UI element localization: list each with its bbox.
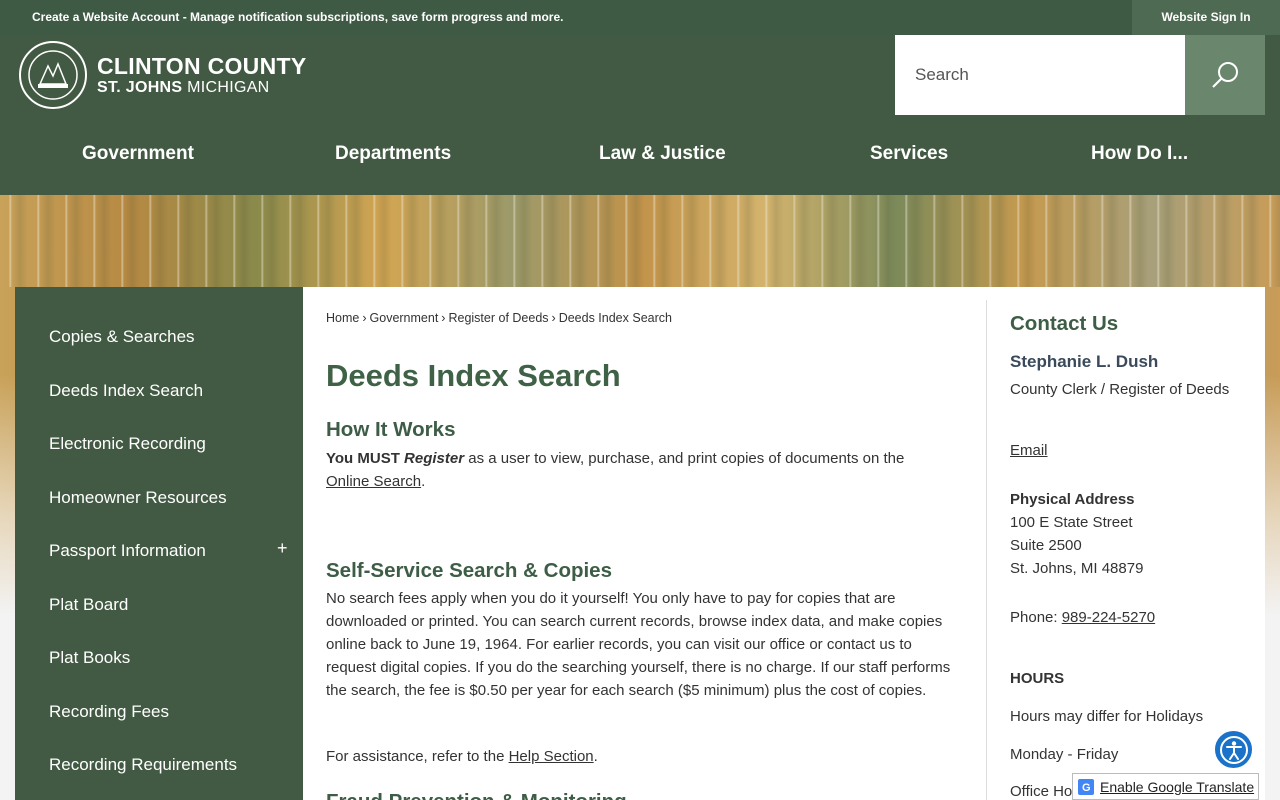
self-service-text: No search fees apply when you do it your… [326, 590, 951, 699]
period: . [593, 748, 598, 765]
google-translate-widget[interactable]: G Enable Google Translate [1072, 773, 1259, 800]
register-text: Register [404, 450, 465, 467]
brand-city-name: ST. JOHNS MICHIGAN [97, 78, 307, 98]
breadcrumb-register-of-deeds[interactable]: Register of Deeds [448, 311, 548, 325]
physical-address-label: Physical Address [1010, 491, 1135, 508]
sidebar-item-plat-board[interactable]: Plat Board [49, 595, 128, 615]
brand-state: MICHIGAN [182, 79, 270, 96]
hours-note: Hours may differ for Holidays [1010, 708, 1204, 725]
address-line-1: 100 E State Street [1010, 514, 1133, 531]
sidebar-item-plat-books[interactable]: Plat Books [49, 648, 130, 668]
utility-bar: Create a Website Account - Manage notifi… [0, 0, 1280, 35]
sidebar-item-electronic-recording[interactable]: Electronic Recording [49, 434, 206, 454]
address-line-3: St. Johns, MI 48879 [1010, 560, 1144, 577]
main-content: Home › Government › Register of Deeds › Deeds … [303, 287, 1265, 800]
phone: Phone: 989-224-5270 [1010, 609, 1260, 626]
brand-county-name: CLINTON COUNTY [97, 53, 307, 79]
breadcrumb-separator: › [441, 311, 446, 325]
breadcrumb-government[interactable]: Government [370, 311, 439, 325]
nav-services[interactable]: Services [870, 143, 948, 165]
sidebar-item-deeds-index-search[interactable]: Deeds Index Search [49, 381, 203, 401]
brand-city: ST. JOHNS [97, 79, 183, 96]
contact-email: Email [1010, 442, 1260, 459]
assistance-prefix: For assistance, refer to the [326, 748, 509, 765]
breadcrumb-home[interactable]: Home [326, 311, 359, 325]
how-it-works-heading: How It Works [326, 418, 456, 441]
period: . [421, 473, 426, 490]
column-divider [986, 300, 987, 800]
address-line-2: Suite 2500 [1010, 537, 1082, 554]
phone-link[interactable]: 989-224-5270 [1062, 609, 1155, 626]
translate-label[interactable]: Enable Google Translate [1100, 779, 1254, 795]
assistance-text: For assistance, refer to the Help Sectio… [326, 745, 966, 768]
hero-trees-overlay [0, 195, 1280, 287]
accessibility-button[interactable] [1213, 729, 1254, 770]
contact-us-heading: Contact Us [1010, 312, 1119, 335]
breadcrumb-current[interactable]: Deeds Index Search [559, 311, 672, 325]
sidebar-menu: Copies & Searches Deeds Index Search Ele… [15, 287, 303, 800]
main-navigation: Government Departments Law & Justice Ser… [0, 115, 1280, 195]
must-text: You MUST [326, 450, 405, 467]
nav-departments[interactable]: Departments [335, 143, 451, 165]
phone-label: Phone: [1010, 609, 1062, 626]
self-service-heading: Self-Service Search & Copies [326, 559, 612, 582]
sidebar-item-recording-requirements[interactable]: Recording Requirements [49, 755, 237, 775]
contact-name: Stephanie L. Dush [1010, 352, 1159, 371]
hours-heading: HOURS [1010, 670, 1065, 687]
nav-law-justice[interactable]: Law & Justice [599, 143, 726, 165]
search-icon [1212, 62, 1238, 88]
site-brand[interactable]: CLINTON COUNTY ST. JOHNS MICHIGAN [97, 55, 307, 98]
svg-text:G: G [1082, 782, 1091, 794]
search-button[interactable] [1185, 35, 1265, 115]
sidebar-item-recording-fees[interactable]: Recording Fees [49, 702, 169, 722]
email-link[interactable]: Email [1010, 442, 1048, 459]
help-section-link[interactable]: Help Section [509, 748, 594, 765]
site-header: CLINTON COUNTY ST. JOHNS MICHIGAN [0, 35, 1280, 115]
county-seal-logo[interactable] [18, 40, 88, 110]
nav-how-do-i[interactable]: How Do I... [1091, 143, 1188, 165]
nav-government[interactable]: Government [82, 143, 194, 165]
sign-in-button[interactable]: Website Sign In [1132, 0, 1280, 35]
sidebar-item-homeowner-resources[interactable]: Homeowner Resources [49, 488, 227, 508]
google-translate-icon: G [1078, 778, 1094, 795]
breadcrumb-separator: › [551, 311, 556, 325]
search-input[interactable] [895, 35, 1185, 115]
online-search-link[interactable]: Online Search [326, 473, 421, 490]
how-it-works-text: You MUST Register as a user to view, pur… [326, 447, 966, 493]
how-it-works-rest: as a user to view, purchase, and print c… [464, 450, 905, 467]
page-title: Deeds Index Search [326, 358, 621, 393]
sidebar-item-copies-searches[interactable]: Copies & Searches [49, 327, 195, 347]
fraud-prevention-heading: Fraud Prevention & Monitoring [326, 790, 627, 800]
contact-role: County Clerk / Register of Deeds [1010, 381, 1230, 398]
breadcrumb-separator: › [362, 311, 367, 325]
breadcrumb: Home › Government › Register of Deeds › Deeds … [326, 311, 672, 325]
expand-toggle-button[interactable]: + [277, 538, 288, 559]
create-account-label[interactable]: Create a Website Account [32, 10, 179, 24]
accessibility-icon [1219, 735, 1248, 764]
create-account-link[interactable]: Create a Website Account - Manage notifi… [32, 10, 563, 24]
create-account-description: - Manage notification subscriptions, sav… [179, 10, 564, 24]
sidebar-item-passport-information[interactable]: Passport Information [49, 541, 206, 561]
